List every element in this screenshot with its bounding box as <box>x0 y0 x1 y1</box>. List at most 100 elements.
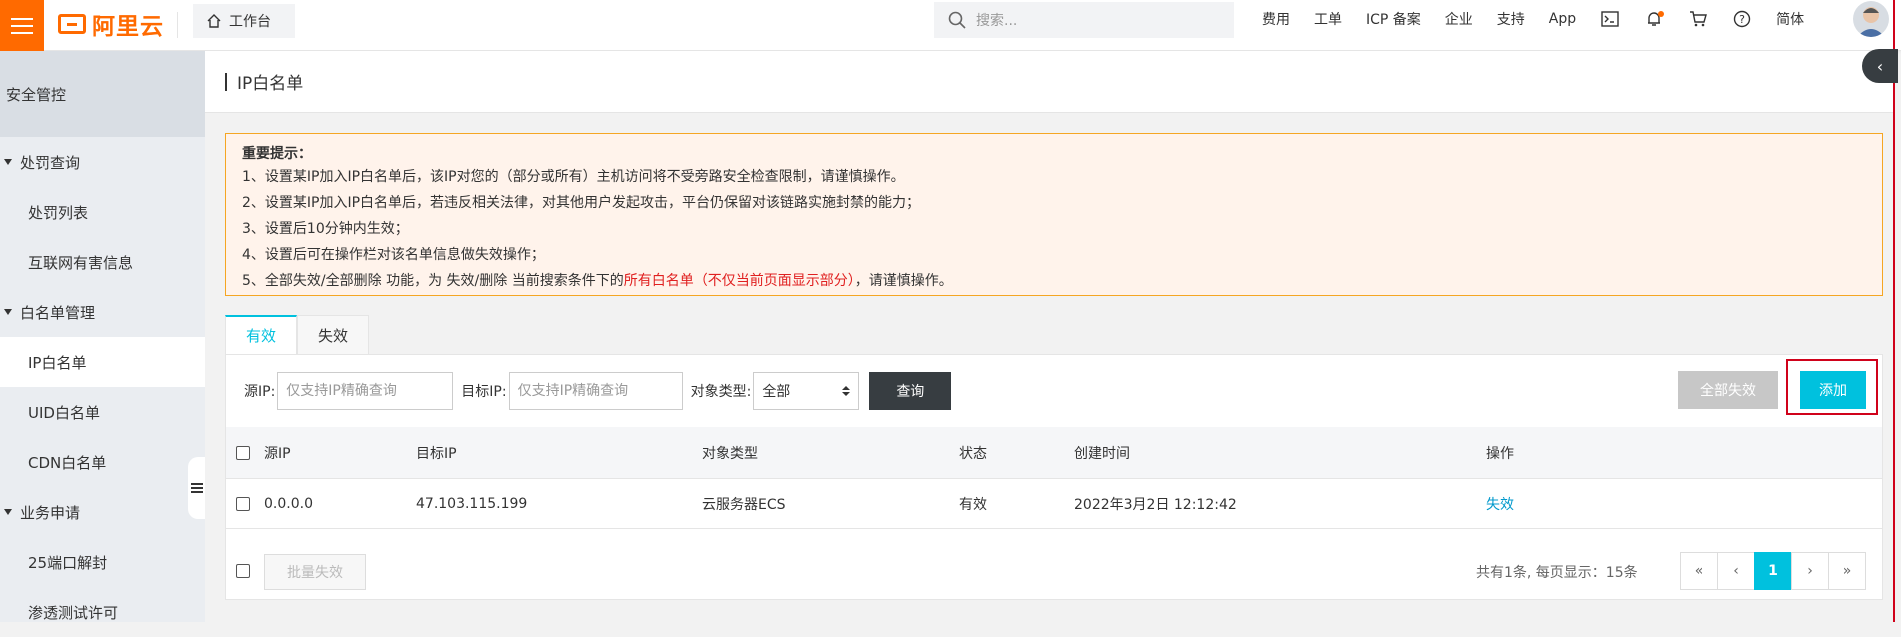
tab-invalid[interactable]: 失效 <box>297 315 369 355</box>
add-button[interactable]: 添加 <box>1800 371 1866 409</box>
notice-line-1: 1、设置某IP加入IP白名单后，该IP对您的（部分或所有）主机访问将不受旁路安全… <box>242 169 905 185</box>
pagination: « ‹ 1 › » <box>1680 552 1866 590</box>
col-src-ip: 源IP <box>264 445 291 462</box>
notice-line-5: 5、全部失效/全部删除 功能，为 失效/删除 当前搜索条件下的所有白名单（不仅当… <box>242 268 1866 294</box>
select-all-checkbox[interactable] <box>236 445 250 460</box>
filter-toolbar: 源IP: 目标IP: 对象类型: 全部 查询 全部失效 添加 <box>226 355 1882 427</box>
dst-ip-label: 目标IP: <box>461 384 507 400</box>
nav-fees[interactable]: 费用 <box>1262 9 1290 29</box>
type-select-value: 全部 <box>762 384 791 400</box>
whitelist-table: 源IP 目标IP 对象类型 状态 创建时间 操作 0.0.0.0 47.103.… <box>226 427 1882 529</box>
main-content: IP白名单 重要提示： 1、设置某IP加入IP白名单后，该IP对您的（部分或所有… <box>205 51 1895 622</box>
notice-line-5-post: ，请谨慎操作。 <box>854 273 953 289</box>
page-title: IP白名单 <box>237 74 304 94</box>
notice-box: 重要提示： 1、设置某IP加入IP白名单后，该IP对您的（部分或所有）主机访问将… <box>225 133 1883 296</box>
sidebar-group-label: 处罚查询 <box>20 153 81 172</box>
sidebar-item-port25[interactable]: 25端口解封 <box>0 537 205 587</box>
notice-head: 重要提示： <box>242 146 312 162</box>
dst-ip-input[interactable] <box>508 372 683 410</box>
sidebar: 安全管控 处罚查询 处罚列表 互联网有害信息 白名单管理 IP白名单 UID白名… <box>0 51 205 622</box>
search-placeholder: 搜索... <box>976 13 1018 29</box>
workbench-button[interactable]: 工作台 <box>193 4 295 38</box>
nav-icp[interactable]: ICP 备案 <box>1366 9 1421 29</box>
language-switch[interactable]: 简体 <box>1776 9 1804 29</box>
nav-app[interactable]: App <box>1549 11 1576 27</box>
cell-created: 2022年3月2日 12:12:42 <box>1074 496 1237 513</box>
whitelist-panel: 源IP: 目标IP: 对象类型: 全部 查询 全部失效 添加 源IP 目标IP … <box>225 354 1883 600</box>
sidebar-group-penalty[interactable]: 处罚查询 <box>0 137 205 187</box>
src-ip-label: 源IP: <box>244 384 276 400</box>
col-dst-ip: 目标IP <box>416 445 457 462</box>
menu-icon[interactable] <box>0 0 44 51</box>
bell-icon[interactable] <box>1644 9 1665 29</box>
status-tabs: 有效 失效 <box>225 315 369 355</box>
sidebar-item-ip-whitelist[interactable]: IP白名单 <box>0 337 205 387</box>
sidebar-item-penalty-list[interactable]: 处罚列表 <box>0 187 205 237</box>
sidebar-item-uid-whitelist[interactable]: UID白名单 <box>0 387 205 437</box>
help-icon[interactable]: ? <box>1732 9 1752 29</box>
col-status: 状态 <box>959 445 987 462</box>
sort-arrows-icon <box>842 386 851 396</box>
add-highlight-box: 添加 <box>1786 359 1878 415</box>
divider <box>177 12 178 38</box>
table-row: 0.0.0.0 47.103.115.199 云服务器ECS 有效 2022年3… <box>226 479 1882 529</box>
sidebar-group-label: 白名单管理 <box>20 303 96 322</box>
aliyun-logo[interactable]: 阿里云 <box>58 9 164 40</box>
notice-line-5-pre: 5、全部失效/全部删除 功能，为 失效/删除 当前搜索条件下的 <box>242 273 624 289</box>
global-search[interactable]: 搜索... <box>934 2 1234 38</box>
col-action: 操作 <box>1486 445 1514 462</box>
table-footer: 批量失效 共有1条, 每页显示：15条 « ‹ 1 › » <box>226 542 1882 600</box>
caret-down-icon <box>4 509 12 515</box>
col-type: 对象类型 <box>702 445 758 462</box>
search-icon <box>948 11 966 29</box>
sidebar-item-pentest[interactable]: 渗透测试许可 <box>0 587 205 637</box>
cell-status: 有效 <box>959 496 987 513</box>
home-icon <box>207 14 221 28</box>
notice-line-2: 2、设置某IP加入IP白名单后，若违反相关法律，对其他用户发起攻击，平台仍保留对… <box>242 195 921 211</box>
pagination-total: 共有1条, 每页显示：15条 <box>1476 565 1638 581</box>
avatar[interactable] <box>1853 1 1889 37</box>
page-last-button[interactable]: » <box>1828 552 1866 590</box>
disable-link[interactable]: 失效 <box>1486 479 1514 528</box>
chevron-left-icon[interactable]: ‹ <box>1862 49 1898 83</box>
sidebar-title: 安全管控 <box>0 51 205 137</box>
disable-all-button[interactable]: 全部失效 <box>1678 371 1778 409</box>
top-nav: 费用 工单 ICP 备案 企业 支持 App ? 简体 <box>1262 0 1804 38</box>
type-select[interactable]: 全部 <box>753 372 860 410</box>
cell-dst-ip: 47.103.115.199 <box>416 495 528 512</box>
logo-mark-icon <box>58 14 86 34</box>
sidebar-group-whitelist[interactable]: 白名单管理 <box>0 287 205 337</box>
query-button[interactable]: 查询 <box>869 372 952 410</box>
notification-dot <box>1658 11 1665 17</box>
terminal-icon[interactable] <box>1600 9 1620 29</box>
notice-line-5-red: 所有白名单（不仅当前页面显示部分） <box>623 273 855 289</box>
table-header: 源IP 目标IP 对象类型 状态 创建时间 操作 <box>226 427 1882 479</box>
workbench-label: 工作台 <box>229 14 271 30</box>
nav-ticket[interactable]: 工单 <box>1314 9 1342 29</box>
caret-down-icon <box>4 159 12 165</box>
sidebar-item-cdn-whitelist[interactable]: CDN白名单 <box>0 437 205 487</box>
sidebar-item-harmful-info[interactable]: 互联网有害信息 <box>0 237 205 287</box>
page-header: IP白名单 <box>205 51 1895 113</box>
row-checkbox[interactable] <box>236 496 250 511</box>
footer-select-all-checkbox[interactable] <box>236 564 250 578</box>
page-next-button[interactable]: › <box>1791 552 1829 590</box>
page-current[interactable]: 1 <box>1754 552 1792 590</box>
tab-valid[interactable]: 有效 <box>225 315 297 355</box>
page-first-button[interactable]: « <box>1680 552 1718 590</box>
caret-down-icon <box>4 309 12 315</box>
logo-text: 阿里云 <box>92 14 164 40</box>
top-navbar: 阿里云 工作台 搜索... 费用 工单 ICP 备案 企业 支持 App ? 简… <box>0 0 1901 51</box>
src-ip-input[interactable] <box>277 372 454 410</box>
notice-line-4: 4、设置后可在操作栏对该名单信息做失效操作； <box>242 247 545 263</box>
type-label: 对象类型: <box>690 384 752 400</box>
batch-disable-button[interactable]: 批量失效 <box>264 554 366 590</box>
sidebar-group-application[interactable]: 业务申请 <box>0 487 205 537</box>
cart-icon[interactable] <box>1688 9 1708 29</box>
page-prev-button[interactable]: ‹ <box>1717 552 1755 590</box>
col-created: 创建时间 <box>1074 445 1130 462</box>
sidebar-collapse-icon[interactable] <box>188 457 205 519</box>
nav-enterprise[interactable]: 企业 <box>1445 9 1473 29</box>
notice-line-3: 3、设置后10分钟内生效； <box>242 221 409 237</box>
nav-support[interactable]: 支持 <box>1497 9 1525 29</box>
